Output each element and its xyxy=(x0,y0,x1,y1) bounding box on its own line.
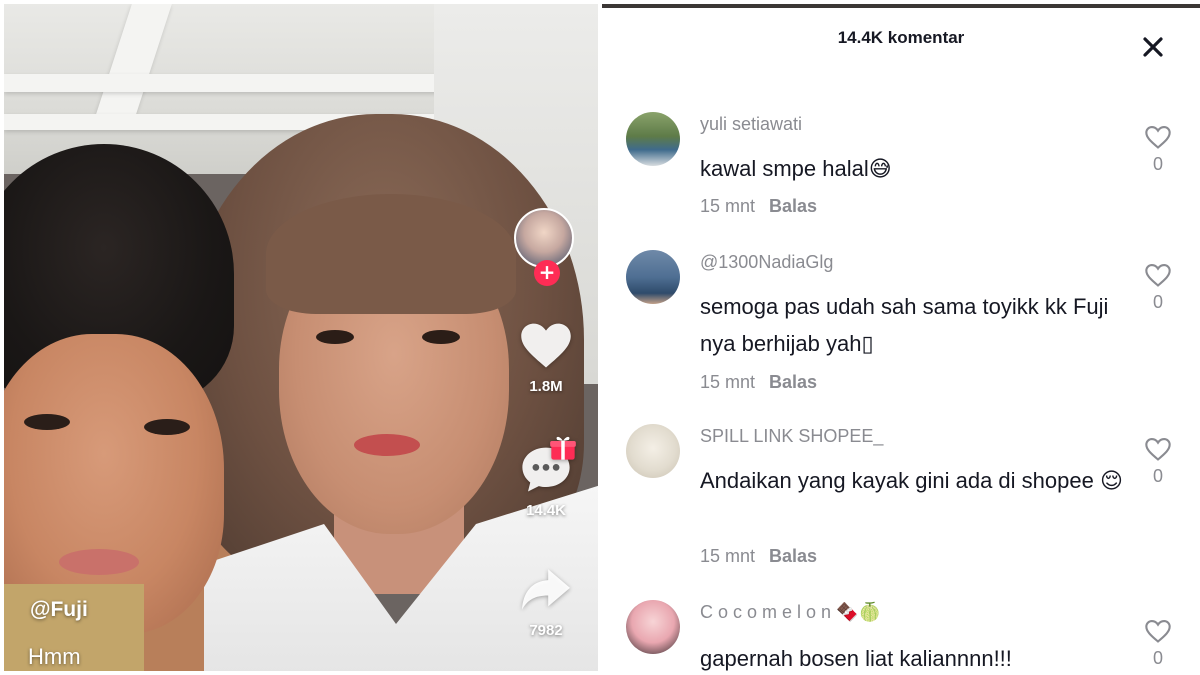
reply-button[interactable]: Balas xyxy=(769,372,817,392)
share-button[interactable]: 7982 xyxy=(511,566,581,639)
comment-body: kawal smpe halal xyxy=(700,156,869,181)
comment-time: 15 mnt xyxy=(700,372,756,392)
man-eye xyxy=(24,414,70,430)
comment-username[interactable]: C o c o m e l o n 🍫🍈 xyxy=(700,602,881,623)
like-button[interactable]: 1.8M xyxy=(511,320,581,395)
avatar[interactable] xyxy=(626,600,680,654)
comment-username[interactable]: yuli setiawati xyxy=(700,114,802,135)
comment-time: 15 mnt xyxy=(700,196,756,216)
comment-like-count: 0 xyxy=(1152,292,1163,312)
comment-meta: 15 mnt Balas xyxy=(700,196,817,217)
avatar[interactable] xyxy=(626,250,680,304)
comment-emoji: ▯ xyxy=(861,332,874,357)
comment-text: Andaikan yang kayak gini ada di shopee 😌 xyxy=(700,462,1130,500)
comments-panel: 14.4K komentar yuli setiawati kawal smpe… xyxy=(602,4,1200,675)
comment-like-count: 0 xyxy=(1152,466,1163,486)
comment-like-count: 0 xyxy=(1152,154,1163,174)
close-icon[interactable] xyxy=(1138,32,1168,62)
comment-body: Andaikan yang kayak gini ada di shopee xyxy=(700,468,1094,493)
comment-count: 14.4K xyxy=(525,502,567,519)
comment-meta: 15 mnt Balas xyxy=(700,546,817,567)
heart-icon xyxy=(521,323,571,368)
woman-lips xyxy=(354,434,420,456)
comment-like-count: 0 xyxy=(1152,648,1163,668)
comment-like-button[interactable]: 0 xyxy=(1142,618,1174,669)
comment-username[interactable]: @1300NadiaGlg xyxy=(700,252,833,273)
comment-meta: 15 mnt Balas xyxy=(700,372,817,393)
comments-title: 14.4K komentar xyxy=(837,28,965,47)
comment-text: gapernah bosen liat kaliannnn!!! xyxy=(700,646,1012,671)
comment-emoji: 😌 xyxy=(1099,469,1123,494)
woman-eye xyxy=(316,330,354,344)
comment-emoji: 😅 xyxy=(868,157,892,182)
comment-button[interactable]: 14.4K xyxy=(511,436,581,519)
comment-time: 15 mnt xyxy=(700,546,756,566)
comment-username-text: C o c o m e l o n xyxy=(700,602,832,622)
man-eye xyxy=(144,419,190,435)
woman-bangs xyxy=(266,194,516,314)
creator-avatar-button[interactable]: + xyxy=(514,208,580,286)
avatar[interactable] xyxy=(626,424,680,478)
man-lips xyxy=(59,549,139,575)
share-arrow-icon xyxy=(522,569,570,610)
comment-text: semoga pas udah sah sama toyikk kk Fuji … xyxy=(700,288,1130,363)
heart-outline-icon xyxy=(1145,126,1171,149)
ceiling-beam xyxy=(4,74,484,92)
heart-outline-icon xyxy=(1145,264,1171,287)
video-frame xyxy=(4,4,598,671)
comment-like-button[interactable]: 0 xyxy=(1142,124,1174,175)
comment-like-button[interactable]: 0 xyxy=(1142,436,1174,487)
reply-button[interactable]: Balas xyxy=(769,546,817,566)
gift-icon[interactable] xyxy=(549,434,577,462)
plus-icon[interactable]: + xyxy=(534,260,560,286)
creator-username[interactable]: @Fuji xyxy=(30,598,88,622)
comment-text: kawal smpe halal😅 xyxy=(700,150,1130,188)
username-emoji: 🍫🍈 xyxy=(836,602,881,623)
heart-outline-icon xyxy=(1145,438,1171,461)
avatar xyxy=(514,208,574,268)
video-caption: Hmm xyxy=(28,644,81,669)
comment-body: semoga pas udah sah sama toyikk kk Fuji … xyxy=(700,294,1109,356)
share-count: 7982 xyxy=(529,622,563,639)
avatar[interactable] xyxy=(626,112,680,166)
comment-like-button[interactable]: 0 xyxy=(1142,262,1174,313)
reply-button[interactable]: Balas xyxy=(769,196,817,216)
like-count: 1.8M xyxy=(529,378,563,395)
heart-outline-icon xyxy=(1145,620,1171,643)
video-player[interactable]: + 1.8M 14.4K 7982 @Fuji Hmm xyxy=(4,4,598,671)
woman-eye xyxy=(422,330,460,344)
comment-username[interactable]: SPILL LINK SHOPEE_ xyxy=(700,426,883,447)
panel-top-strip xyxy=(602,4,1200,8)
